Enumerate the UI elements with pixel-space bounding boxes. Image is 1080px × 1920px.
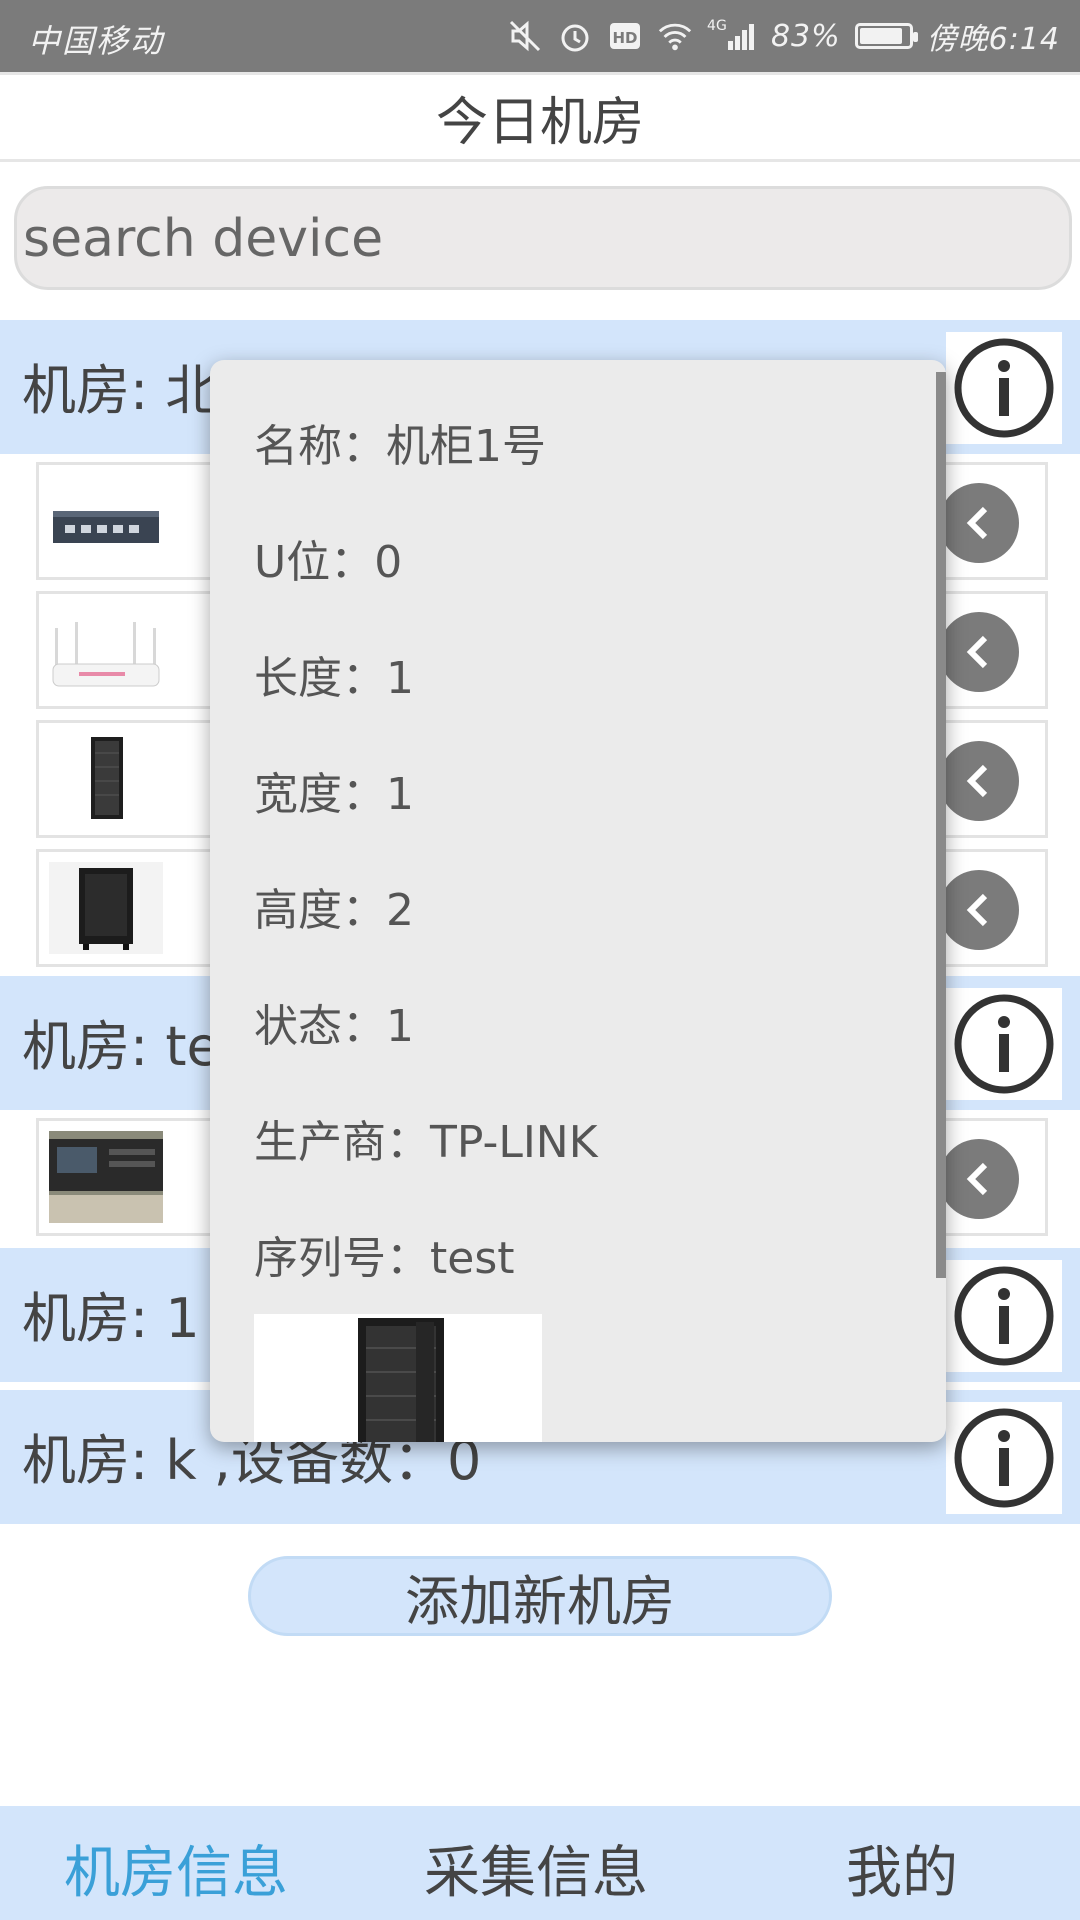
device-height: 高度：2	[254, 885, 414, 936]
battery-percent: 83%	[770, 18, 841, 54]
wifi-icon	[657, 18, 693, 54]
device-manufacturer: 生产商：TP-LINK	[254, 1117, 598, 1168]
device-length: 长度：1	[254, 653, 414, 704]
chevron-left-icon[interactable]	[939, 741, 1019, 821]
info-icon	[954, 338, 1054, 438]
add-room-button[interactable]: 添加新机房	[248, 1556, 832, 1636]
device-serial: 序列号：test	[254, 1233, 515, 1284]
chevron-left-icon[interactable]	[939, 870, 1019, 950]
svg-text:HD: HD	[612, 29, 637, 47]
server-photo	[49, 1131, 163, 1223]
device-u-position: U位：0	[254, 537, 403, 588]
bottom-nav: 机房信息 采集信息 我的	[0, 1806, 1080, 1920]
info-icon	[954, 994, 1054, 1094]
room-label: 机房: 1	[22, 1287, 200, 1350]
device-detail-popup[interactable]: 名称：机柜1号 U位：0 长度：1 宽度：1 高度：2 状态：1 生产商：TP-…	[210, 360, 946, 1442]
tab-room-info[interactable]: 机房信息	[64, 1828, 288, 1909]
page-title: 今日机房	[435, 92, 644, 153]
chevron-left-icon[interactable]	[939, 612, 1019, 692]
chevron-left-icon[interactable]	[939, 483, 1019, 563]
network-type: 4G	[707, 18, 727, 34]
info-icon	[954, 1266, 1054, 1366]
switch-image	[49, 475, 163, 567]
chevron-left-icon[interactable]	[939, 1139, 1019, 1219]
device-status: 状态：1	[254, 1001, 414, 1052]
hd-icon: HD	[607, 18, 643, 54]
mute-icon	[507, 18, 543, 54]
room-info-button[interactable]	[946, 1402, 1062, 1514]
device-width: 宽度：1	[254, 769, 414, 820]
popup-scrollbar[interactable]	[936, 372, 946, 1278]
signal-icon: 4G	[707, 18, 757, 54]
clock: 傍晚6:14	[926, 22, 1060, 57]
room-info-button[interactable]	[946, 1260, 1062, 1372]
cabinet-image	[49, 862, 163, 954]
router-image	[49, 604, 163, 696]
header: 今日机房	[0, 72, 1080, 162]
carrier-label: 中国移动	[28, 22, 165, 60]
device-photo	[254, 1314, 542, 1442]
room-label: 机房: 北	[22, 359, 220, 422]
info-icon	[954, 1408, 1054, 1508]
device-name: 名称：机柜1号	[254, 421, 546, 472]
tab-collect-info[interactable]: 采集信息	[424, 1828, 648, 1909]
alarm-icon	[557, 18, 593, 54]
room-label: 机房: te	[22, 1015, 220, 1078]
cabinet-image	[49, 733, 163, 825]
status-icons: HD 4G 83% 傍晚6:14	[507, 14, 1060, 58]
room-info-button[interactable]	[946, 332, 1062, 444]
search-input[interactable]	[21, 189, 1073, 289]
status-bar: 中国移动 HD 4G 83% 傍晚6:14	[0, 0, 1080, 72]
room-info-button[interactable]	[946, 988, 1062, 1100]
search-box[interactable]	[14, 186, 1073, 290]
battery-icon	[854, 23, 918, 49]
tab-me[interactable]: 我的	[846, 1828, 958, 1909]
